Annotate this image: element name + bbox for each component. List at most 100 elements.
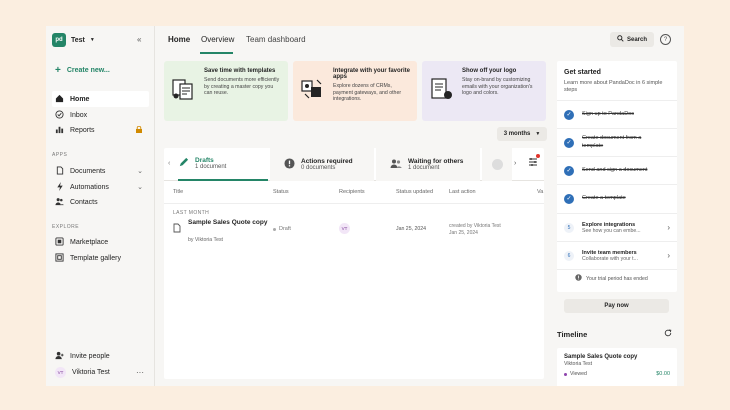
step-item-done[interactable]: ✓ Create document from a template [557,128,677,156]
column-header-last-action[interactable]: Last action [449,189,476,195]
column-header-status[interactable]: Status [273,189,289,195]
double-chevron-left-icon[interactable]: « [137,35,141,44]
sidebar-item-inbox[interactable]: Inbox [52,107,149,123]
status-tab-count: 1 document [195,164,227,170]
period-value: 3 months [503,131,531,137]
last-action: created by Viktoria Test [449,223,501,229]
sidebar-item-label: Home [70,95,90,103]
sidebar-item-home[interactable]: Home [52,91,149,107]
step-label: Sign up to PandaDoc [582,110,634,117]
sidebar-item-label: Template gallery [70,254,121,262]
tab-overview[interactable]: Overview [201,35,234,44]
pay-now-button[interactable]: Pay now [564,299,669,313]
workspace-switcher[interactable]: pd Test ▼ [52,33,95,47]
column-header-title[interactable]: Title [173,189,183,195]
status-tab-drafts[interactable]: Drafts 1 document [178,148,268,181]
column-header-recipients[interactable]: Recipients [339,189,365,195]
status-dot [273,227,276,231]
more-icon[interactable]: ··· [136,368,144,377]
sidebar-item-label: Inbox [70,111,88,119]
step-item-done[interactable]: ✓ Create a template [557,184,677,212]
user-menu[interactable]: VT Viktoria Test ··· [52,364,149,380]
step-item-done[interactable]: ✓ Send and sign a document [557,156,677,184]
promo-card-logo[interactable]: Show off your logo Stay on-brand by cust… [422,61,546,121]
timeline-item-status: Viewed $0.00 [564,371,670,377]
sidebar-item-documents[interactable]: Documents ⌄ [52,163,149,179]
sidebar-item-automations[interactable]: Automations ⌄ [52,179,149,195]
sidebar-item-reports[interactable]: Reports [52,122,149,138]
status-tab-title: Actions required [301,158,353,165]
search-button[interactable]: Search [610,32,654,47]
chevron-down-icon: ⌄ [137,168,143,175]
chevron-right-icon[interactable]: › [514,160,516,167]
add-user-icon [55,351,64,362]
trial-text: Your trial period has ended [586,275,648,282]
active-tab-indicator [200,52,233,54]
status-tab-actions-required[interactable]: Actions required 0 documents [270,148,374,181]
check-icon: ✓ [564,193,574,204]
sidebar-item-template-gallery[interactable]: Template gallery [52,250,149,266]
status-updated: Jan 25, 2024 [396,226,426,232]
pandadoc-logo: pd [52,33,66,47]
status-tab-waiting[interactable]: Waiting for others 1 document [376,148,480,181]
table-row[interactable]: Sample Sales Quote copy by Viktoria Test… [164,219,544,245]
divider [557,269,677,270]
step-item-done[interactable]: ✓ Sign up to PandaDoc [557,100,677,128]
reports-icon [55,125,64,136]
step-number: 5 [564,222,574,233]
people-icon [390,158,402,171]
timeline-amount: $0.00 [656,371,670,377]
sidebar-item-label: Contacts [70,198,98,206]
get-started-title: Get started [564,69,601,76]
promo-card-integrations[interactable]: Integrate with your favorite apps Explor… [293,61,417,121]
trial-notice: Your trial period has ended [575,274,648,283]
create-new-button[interactable]: + Create new... [55,66,110,76]
step-subtitle: See how you can embe... [582,227,641,234]
documents-panel: ‹ Drafts 1 document Actions required 0 d… [164,148,544,379]
promo-card-text: Send documents more efficiently by creat… [204,77,280,96]
caret-down-icon: ▼ [535,131,541,137]
status-tab-title: Drafts [195,157,214,164]
home-icon [55,94,64,105]
timeline-item[interactable]: Sample Sales Quote copy Viktoria Test Vi… [557,348,677,386]
help-icon[interactable]: ? [660,34,671,45]
sidebar-item-label: Marketplace [70,238,109,246]
sidebar: pd Test ▼ « + Create new... Home Inbox R… [46,26,155,386]
refresh-icon[interactable] [664,329,672,339]
step-title: Explore integrations [582,221,636,228]
chevron-left-icon[interactable]: ‹ [168,160,170,167]
sidebar-item-label: Documents [70,167,106,175]
status-badge: Draft [273,226,291,232]
step-label: Create document from a template [582,135,642,149]
get-started-panel: Get started Learn more about PandaDoc in… [557,61,677,292]
page-title: Home [168,35,191,44]
step-item-invite[interactable]: 6 Invite team members Collaborate with y… [557,241,677,269]
sidebar-item-marketplace[interactable]: Marketplace [52,234,149,250]
tab-team-dashboard[interactable]: Team dashboard [246,35,306,44]
promo-card-templates[interactable]: Save time with templates Send documents … [164,61,288,121]
column-header-value[interactable]: Va [537,189,543,195]
promo-card-text: Stay on-brand by customizing emails with… [462,77,533,96]
invite-people-button[interactable]: Invite people [52,348,149,364]
document-title[interactable]: Sample Sales Quote copy [188,219,268,227]
avatar: VT [55,366,66,378]
check-icon: ✓ [564,165,574,176]
filter-icon[interactable] [528,157,538,169]
column-header-status-updated[interactable]: Status updated [396,189,433,195]
chevron-down-icon: ⌄ [137,184,143,191]
group-label: LAST MONTH [173,210,210,216]
gallery-icon [55,252,64,264]
step-label: Create a template [582,194,626,201]
alert-icon [575,274,582,283]
chevron-right-icon: › [667,251,670,260]
promo-card-title: Save time with templates [204,68,276,74]
period-select[interactable]: 3 months ▼ [497,127,547,141]
step-item-integrations[interactable]: 5 Explore integrations See how you can e… [557,213,677,241]
status-circle-icon [491,159,503,170]
app-window: pd Test ▼ « + Create new... Home Inbox R… [46,26,684,386]
sidebar-item-label: Automations [70,183,109,191]
sidebar-item-contacts[interactable]: Contacts [52,194,149,210]
step-number: 6 [564,250,574,261]
status-tab-more[interactable] [482,148,512,181]
inbox-icon [55,109,64,121]
